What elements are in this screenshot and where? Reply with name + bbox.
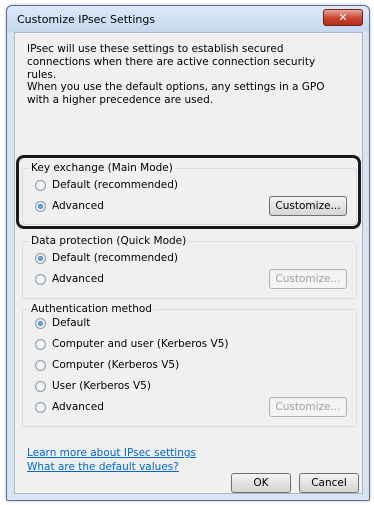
authentication-group: Authentication method Default Computer a… [22,303,357,427]
default-values-link[interactable]: What are the default values? [27,461,179,473]
radio-button[interactable] [35,380,46,392]
radio-button[interactable] [35,359,46,371]
auth-default-option[interactable]: Default [35,316,90,330]
intro-text-2: When you use the default options, any se… [27,81,325,106]
cancel-button[interactable]: Cancel [299,473,359,493]
intro-text-1: IPsec will use these settings to establi… [27,43,316,81]
close-button[interactable]: ✕ [323,9,363,26]
radio-label: Computer and user (Kerberos V5) [52,338,229,350]
radio-button[interactable] [35,401,46,413]
auth-user-option[interactable]: User (Kerberos V5) [35,379,151,393]
auth-computer-option[interactable]: Computer (Kerberos V5) [35,358,179,372]
radio-button[interactable] [35,338,46,350]
data-protection-customize-button[interactable]: Customize... [269,269,347,289]
data-protection-advanced-option[interactable]: Advanced [35,272,104,286]
highlight-frame [16,155,361,229]
ok-button[interactable]: OK [231,473,291,493]
auth-computer-user-option[interactable]: Computer and user (Kerberos V5) [35,337,229,351]
close-icon: ✕ [338,11,348,24]
radio-label: Computer (Kerberos V5) [52,359,180,371]
radio-label: User (Kerberos V5) [52,380,151,392]
radio-label: Advanced [52,273,104,285]
dialog-body: IPsec will use these settings to establi… [14,32,363,494]
data-protection-label: Data protection (Quick Mode) [29,235,189,247]
dialog-window: Customize IPsec Settings ✕ IPsec will us… [6,5,370,501]
data-protection-group: Data protection (Quick Mode) Default (re… [22,235,357,299]
auth-advanced-option[interactable]: Advanced [35,400,104,414]
authentication-label: Authentication method [29,303,154,315]
learn-more-link[interactable]: Learn more about IPsec settings [27,447,196,459]
data-protection-default-option[interactable]: Default (recommended) [35,251,178,265]
radio-button-selected[interactable] [35,317,46,329]
radio-label: Default [52,317,91,329]
radio-label: Advanced [52,401,104,413]
radio-label: Default (recommended) [52,252,178,264]
window-title: Customize IPsec Settings [17,13,156,26]
radio-button[interactable] [35,273,46,285]
radio-button-selected[interactable] [35,252,46,264]
title-bar: Customize IPsec Settings ✕ [7,6,369,32]
auth-customize-button[interactable]: Customize... [269,397,347,417]
